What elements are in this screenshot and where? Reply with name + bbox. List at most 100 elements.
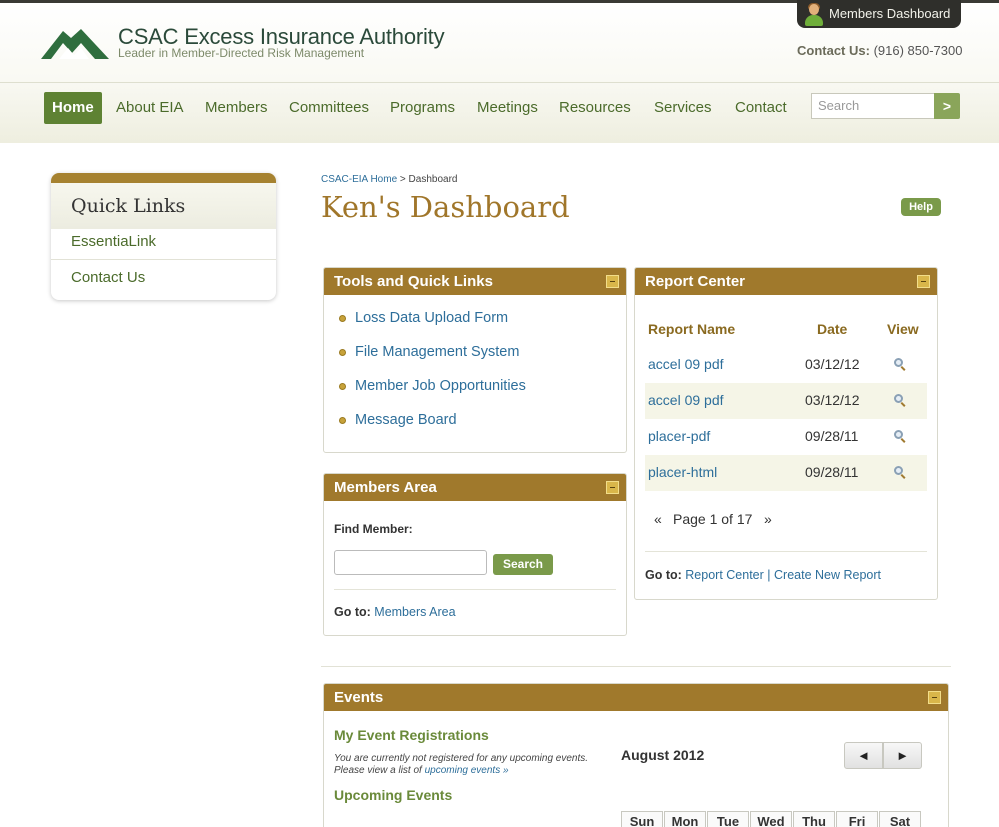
registration-note-line1: You are currently not registered for any… (334, 753, 589, 764)
quick-links-accent-bar (51, 173, 276, 183)
create-new-report-link[interactable]: Create New Report (774, 568, 881, 582)
quick-link-contact-us[interactable]: Contact Us (71, 269, 145, 286)
goto-label: Go to: (334, 605, 371, 619)
bullet-icon (339, 383, 346, 390)
report-center-panel: Report Center Report Name Date View acce… (634, 267, 938, 600)
report-center-title: Report Center (645, 273, 746, 290)
link-loss-data-upload[interactable]: Loss Data Upload Form (355, 310, 508, 326)
report-name-link[interactable]: accel 09 pdf (648, 392, 724, 408)
find-member-label: Find Member: (334, 522, 413, 536)
brand-subtitle: Leader in Member-Directed Risk Managemen… (118, 46, 365, 60)
help-button[interactable]: Help (901, 198, 941, 216)
members-area-divider (334, 589, 616, 590)
report-name-link[interactable]: placer-html (648, 464, 717, 480)
collapse-icon[interactable] (606, 275, 619, 288)
report-name-link[interactable]: accel 09 pdf (648, 356, 724, 372)
user-avatar-icon (803, 3, 825, 27)
report-date: 03/12/12 (805, 392, 860, 408)
table-row: accel 09 pdf 03/12/12 (645, 347, 927, 383)
members-area-header: Members Area (324, 474, 626, 501)
quick-links-title: Quick Links (51, 183, 276, 229)
breadcrumb-home[interactable]: CSAC-EIA Home (321, 174, 397, 185)
link-job-opportunities[interactable]: Member Job Opportunities (355, 378, 526, 394)
goto-members-area-link[interactable]: Members Area (374, 605, 455, 619)
tools-panel-header: Tools and Quick Links (324, 268, 626, 295)
quick-links-divider (51, 259, 276, 260)
calendar-day-header: Mon (664, 811, 706, 827)
pager-next-button[interactable]: » (764, 511, 772, 527)
calendar-day-header: Sat (879, 811, 921, 827)
report-date: 03/12/12 (805, 356, 860, 372)
nav-members[interactable]: Members (205, 92, 268, 124)
events-panel: Events My Event Registrations You are cu… (323, 683, 949, 827)
upcoming-events-heading: Upcoming Events (334, 787, 453, 803)
quick-links-panel: Quick Links EssentiaLink Contact Us (51, 173, 276, 300)
goto-separator: | (767, 568, 771, 582)
collapse-icon[interactable] (606, 481, 619, 494)
column-date: Date (817, 321, 848, 337)
report-center-divider (645, 551, 927, 552)
view-magnifier-icon[interactable] (893, 465, 907, 479)
nav-contact[interactable]: Contact (735, 92, 787, 124)
registration-note: You are currently not registered for any… (334, 753, 614, 777)
events-title: Events (334, 689, 384, 706)
report-name-link[interactable]: placer-pdf (648, 428, 710, 444)
collapse-icon[interactable] (917, 275, 930, 288)
view-magnifier-icon[interactable] (893, 429, 907, 443)
calendar-prev-button[interactable]: ◄ (844, 742, 883, 769)
upcoming-events-link[interactable]: upcoming events » (425, 765, 509, 776)
view-magnifier-icon[interactable] (893, 393, 907, 407)
calendar-month: August 2012 (621, 747, 705, 763)
report-center-goto: Go to: Report Center | Create New Report (645, 568, 881, 582)
my-event-registrations-heading: My Event Registrations (334, 727, 489, 743)
tools-panel-title: Tools and Quick Links (334, 273, 493, 290)
section-divider (321, 666, 951, 667)
contact-info: Contact Us: (916) 850-7300 (797, 43, 962, 58)
nav-programs[interactable]: Programs (390, 92, 455, 124)
nav-services[interactable]: Services (654, 92, 712, 124)
goto-label: Go to: (645, 568, 682, 582)
table-row: placer-html 09/28/11 (645, 455, 927, 491)
column-view: View (887, 321, 919, 337)
pager-prev-button[interactable]: « (654, 511, 662, 527)
eia-logo-icon[interactable] (41, 26, 109, 60)
table-row: placer-pdf 09/28/11 (645, 419, 927, 455)
site-search-input[interactable]: Search (811, 93, 935, 119)
members-area-goto: Go to: Members Area (334, 605, 456, 619)
link-file-management[interactable]: File Management System (355, 344, 519, 360)
members-dashboard-tab[interactable]: Members Dashboard (797, 0, 961, 28)
breadcrumb: CSAC-EIA Home > Dashboard (321, 174, 457, 185)
breadcrumb-current: Dashboard (408, 174, 458, 185)
bullet-icon (339, 417, 346, 424)
pager-status: Page 1 of 17 (673, 511, 753, 527)
page-title: Ken's Dashboard (321, 190, 570, 224)
calendar-day-header: Thu (793, 811, 835, 827)
calendar-day-header: Wed (750, 811, 792, 827)
link-message-board[interactable]: Message Board (355, 412, 457, 428)
contact-phone: (916) 850-7300 (873, 43, 963, 58)
breadcrumb-separator: > (399, 174, 406, 185)
quick-link-essentialink[interactable]: EssentiaLink (71, 233, 156, 250)
contact-label: Contact Us: (797, 43, 870, 58)
tools-panel: Tools and Quick Links Loss Data Upload F… (323, 267, 627, 453)
nav-meetings[interactable]: Meetings (477, 92, 538, 124)
nav-resources[interactable]: Resources (559, 92, 631, 124)
calendar-next-button[interactable]: ► (883, 742, 922, 769)
find-member-search-button[interactable]: Search (493, 554, 553, 575)
goto-report-center-link[interactable]: Report Center (685, 568, 764, 582)
nav-committees[interactable]: Committees (289, 92, 369, 124)
nav-about-eia[interactable]: About EIA (116, 92, 184, 124)
view-magnifier-icon[interactable] (893, 357, 907, 371)
events-header: Events (324, 684, 948, 711)
registration-note-line2: Please view a list of (334, 765, 422, 776)
calendar-day-header: Fri (836, 811, 878, 827)
site-search-button[interactable]: > (934, 93, 960, 119)
collapse-icon[interactable] (928, 691, 941, 704)
members-area-title: Members Area (334, 479, 437, 496)
bullet-icon (339, 349, 346, 356)
find-member-input[interactable] (334, 550, 487, 575)
column-report-name: Report Name (648, 321, 736, 337)
nav-home[interactable]: Home (44, 92, 102, 124)
calendar-day-header: Tue (707, 811, 749, 827)
report-center-header: Report Center (635, 268, 937, 295)
